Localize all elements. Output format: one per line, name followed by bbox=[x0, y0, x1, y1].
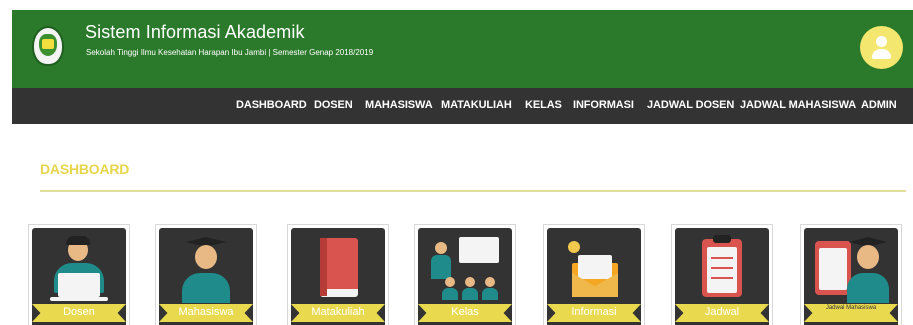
main-nav: DASHBOARD DOSEN MAHASISWA MATAKULIAH KEL… bbox=[12, 88, 913, 124]
card-label: Informasi bbox=[571, 306, 617, 318]
heading-divider bbox=[40, 190, 906, 192]
nav-item-informasi[interactable]: INFORMASI bbox=[573, 99, 634, 111]
nav-item-dosen[interactable]: DOSEN bbox=[314, 99, 353, 111]
card-dosen[interactable]: Dosen bbox=[28, 224, 130, 325]
nav-item-jadwal-dosen[interactable]: JADWAL DOSEN bbox=[647, 99, 734, 111]
card-label: Jadwal Mahasiswa bbox=[825, 305, 877, 311]
nav-item-mahasiswa[interactable]: MAHASISWA bbox=[365, 99, 433, 111]
card-informasi[interactable]: Informasi bbox=[543, 224, 645, 325]
institution-logo-icon bbox=[32, 26, 64, 66]
card-jadwal[interactable]: Jadwal bbox=[671, 224, 773, 325]
nav-item-matakuliah[interactable]: MATAKULIAH bbox=[441, 99, 512, 111]
app-subtitle: Sekolah Tinggi Ilmu Kesehatan Harapan Ib… bbox=[86, 48, 374, 57]
card-jadwal-mahasiswa[interactable]: Jadwal Mahasiswa bbox=[800, 224, 902, 325]
card-matakuliah[interactable]: Matakuliah bbox=[287, 224, 389, 325]
card-kelas[interactable]: Kelas bbox=[414, 224, 516, 325]
card-label: Matakuliah bbox=[311, 306, 365, 318]
card-label: Jadwal bbox=[704, 306, 740, 318]
header-bar: Sistem Informasi Akademik Sekolah Tinggi… bbox=[12, 10, 913, 88]
card-mahasiswa[interactable]: Mahasiswa bbox=[155, 224, 257, 325]
nav-item-admin[interactable]: ADMIN bbox=[861, 99, 897, 111]
app-title: Sistem Informasi Akademik bbox=[85, 22, 305, 42]
nav-item-dashboard[interactable]: DASHBOARD bbox=[236, 99, 307, 111]
card-label: Mahasiswa bbox=[178, 306, 234, 318]
nav-item-kelas[interactable]: KELAS bbox=[525, 99, 562, 111]
card-label: Dosen bbox=[63, 306, 95, 318]
page-title: DASHBOARD bbox=[40, 161, 130, 177]
card-label: Kelas bbox=[451, 306, 479, 318]
user-avatar-icon[interactable] bbox=[860, 26, 903, 69]
nav-item-jadwal-mahasiswa[interactable]: JADWAL MAHASISWA bbox=[740, 99, 856, 111]
